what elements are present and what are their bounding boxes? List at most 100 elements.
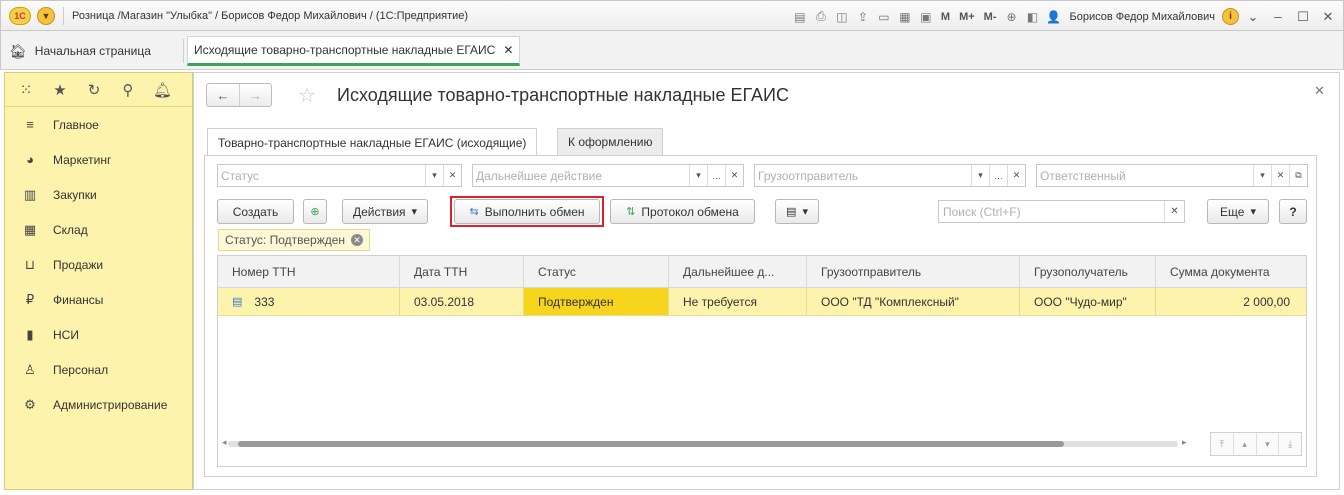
clear-icon[interactable]: ✕: [725, 165, 743, 186]
exchange-log-label: Протокол обмена: [641, 204, 739, 219]
tab-home[interactable]: 🏠︎ Начальная страница: [9, 39, 151, 63]
responsible-filter-input[interactable]: Ответственный: [1037, 169, 1253, 183]
open-icon[interactable]: ⧉: [1289, 165, 1307, 186]
search-input[interactable]: Поиск (Ctrl+F): [939, 205, 1164, 219]
status-filter[interactable]: Статус ▾ ✕: [217, 164, 462, 187]
dropdown-arrow-icon[interactable]: ▾: [689, 165, 707, 186]
sidebar-item-admin[interactable]: ⚙ Администрирование: [5, 387, 192, 422]
next-action-filter[interactable]: Дальнейшее действие ▾ … ✕: [472, 164, 744, 187]
favorite-star-icon[interactable]: ☆: [298, 83, 316, 108]
sidebar-item-reference[interactable]: ▮ НСИ: [5, 317, 192, 352]
column-header[interactable]: Дата ТТН: [400, 256, 524, 288]
title-toolbar: ▤ ⎙ ◫ ⇪ ▭ ▦ ▣ M M+ M- ⊕ ◧ 👤 Борисов Федо…: [791, 1, 1339, 32]
memory-plus-button[interactable]: M+: [956, 11, 978, 23]
search-icon[interactable]: ⚲: [119, 81, 137, 99]
create-button[interactable]: Создать: [217, 199, 294, 224]
search-field[interactable]: Поиск (Ctrl+F) ✕: [938, 200, 1185, 223]
sidebar-item-label: Финансы: [53, 292, 104, 307]
more-dropdown[interactable]: Еще ▾: [1207, 199, 1269, 224]
bell-icon[interactable]: 🔔︎: [153, 81, 172, 99]
remove-filter-icon[interactable]: ✕: [351, 234, 364, 246]
calculator-icon[interactable]: ▦: [896, 8, 914, 26]
save-icon[interactable]: ▤: [791, 8, 809, 26]
scrollbar-thumb[interactable]: [238, 441, 1064, 447]
sidebar-item-label: Склад: [53, 222, 88, 237]
sidebar-item-warehouse[interactable]: ▦ Склад: [5, 212, 192, 247]
select-ellipsis-icon[interactable]: …: [989, 165, 1007, 186]
title-separator: [63, 6, 64, 25]
actions-dropdown[interactable]: Действия ▾: [342, 199, 428, 224]
dropdown-arrow-icon[interactable]: ▾: [425, 165, 443, 186]
copy-icon: ⊕: [310, 206, 320, 218]
maximize-button[interactable]: ☐: [1292, 6, 1314, 28]
page-title: Исходящие товарно-транспортные накладные…: [337, 85, 789, 105]
back-arrow-icon[interactable]: ←: [207, 84, 239, 106]
calendar-icon[interactable]: ▣: [917, 8, 935, 26]
first-row-icon[interactable]: ⤒: [1211, 433, 1234, 455]
next-row-icon[interactable]: ▾: [1257, 433, 1280, 455]
sidebar-item-finance[interactable]: ₽ Финансы: [5, 282, 192, 317]
sidebar-item-main[interactable]: ≡ Главное: [5, 107, 192, 142]
scroll-left-icon[interactable]: ◂: [222, 437, 227, 448]
clear-icon[interactable]: ✕: [443, 165, 461, 186]
run-exchange-button[interactable]: ⇆ Выполнить обмен: [454, 199, 600, 224]
pie-chart-icon: ◕: [26, 152, 34, 167]
column-header[interactable]: Номер ТТН: [218, 256, 400, 288]
sidebar-item-marketing[interactable]: ◕ Маркетинг: [5, 142, 192, 177]
shipper-filter[interactable]: Грузоотправитель ▾ … ✕: [754, 164, 1026, 187]
print-dropdown[interactable]: ▤ ▾: [775, 199, 819, 224]
help-button[interactable]: ?: [1279, 199, 1307, 224]
last-row-icon[interactable]: ⤓: [1279, 433, 1301, 455]
active-filter-chip[interactable]: Статус: Подтвержден ✕: [218, 229, 371, 251]
clear-icon[interactable]: ✕: [1007, 165, 1025, 186]
scanner-icon[interactable]: ▭: [875, 8, 893, 26]
copy-button[interactable]: ⊕: [303, 199, 327, 224]
dropdown-icon[interactable]: ⌄: [1242, 6, 1264, 28]
close-tab-icon[interactable]: ✕: [503, 43, 513, 57]
print-icon[interactable]: ⎙: [812, 8, 830, 26]
memory-button[interactable]: M: [938, 11, 953, 23]
close-window-button[interactable]: ✕: [1317, 6, 1339, 28]
tab-to-process[interactable]: К оформлению: [557, 128, 664, 155]
status-filter-input[interactable]: Статус: [218, 169, 425, 183]
memory-minus-button[interactable]: M-: [981, 11, 1000, 23]
dropdown-arrow-icon[interactable]: ▾: [1253, 165, 1271, 186]
next-action-filter-input[interactable]: Дальнейшее действие: [473, 169, 689, 183]
exchange-log-icon: ⇅: [626, 206, 636, 218]
responsible-filter[interactable]: Ответственный ▾ ✕ ⧉: [1036, 164, 1308, 187]
tab-outgoing-ttn[interactable]: Товарно-транспортные накладные ЕГАИС (ис…: [207, 128, 538, 156]
sidebar-item-sales[interactable]: ⊔ Продажи: [5, 247, 192, 282]
minimize-button[interactable]: –: [1267, 6, 1289, 28]
table-row[interactable]: ▤ 333 03.05.2018 Подтвержден Не требуетс…: [218, 288, 1306, 316]
exchange-log-button[interactable]: ⇅ Протокол обмена: [610, 199, 755, 224]
column-header[interactable]: Грузополучатель: [1020, 256, 1156, 288]
panel-icon[interactable]: ◧: [1023, 8, 1041, 26]
table-header: Номер ТТН Дата ТТН Статус Дальнейшее д..…: [218, 256, 1306, 288]
column-header[interactable]: Грузоотправитель: [807, 256, 1020, 288]
dropdown-arrow-icon[interactable]: ▾: [971, 165, 989, 186]
info-icon[interactable]: i: [1222, 8, 1239, 25]
column-header[interactable]: Дальнейшее д...: [669, 256, 807, 288]
favorites-star-icon[interactable]: ★: [51, 81, 69, 99]
preview-icon[interactable]: ◫: [833, 8, 851, 26]
column-header[interactable]: Статус: [524, 256, 669, 288]
scroll-right-icon[interactable]: ▸: [1182, 437, 1187, 448]
forward-arrow-icon[interactable]: →: [239, 84, 271, 106]
main-menu-button[interactable]: ▼: [37, 6, 55, 25]
upload-icon[interactable]: ⇪: [854, 8, 872, 26]
history-icon[interactable]: ↻: [85, 81, 103, 99]
zoom-icon[interactable]: ⊕: [1002, 8, 1020, 26]
close-form-icon[interactable]: ✕: [1314, 83, 1325, 99]
prev-row-icon[interactable]: ▴: [1234, 433, 1257, 455]
horizontal-scrollbar[interactable]: [228, 441, 1178, 447]
clear-icon[interactable]: ✕: [1271, 165, 1289, 186]
current-user[interactable]: Борисов Федор Михайлович: [1069, 11, 1215, 23]
select-ellipsis-icon[interactable]: …: [707, 165, 725, 186]
apps-grid-icon[interactable]: ⁙: [17, 81, 35, 99]
sidebar-item-purchases[interactable]: ▥ Закупки: [5, 177, 192, 212]
tab-egais-ttn[interactable]: Исходящие товарно-транспортные накладные…: [187, 36, 521, 66]
column-header[interactable]: Сумма документа: [1156, 256, 1306, 288]
shipper-filter-input[interactable]: Грузоотправитель: [755, 169, 971, 183]
clear-search-icon[interactable]: ✕: [1164, 201, 1184, 222]
sidebar-item-staff[interactable]: ♙ Персонал: [5, 352, 192, 387]
